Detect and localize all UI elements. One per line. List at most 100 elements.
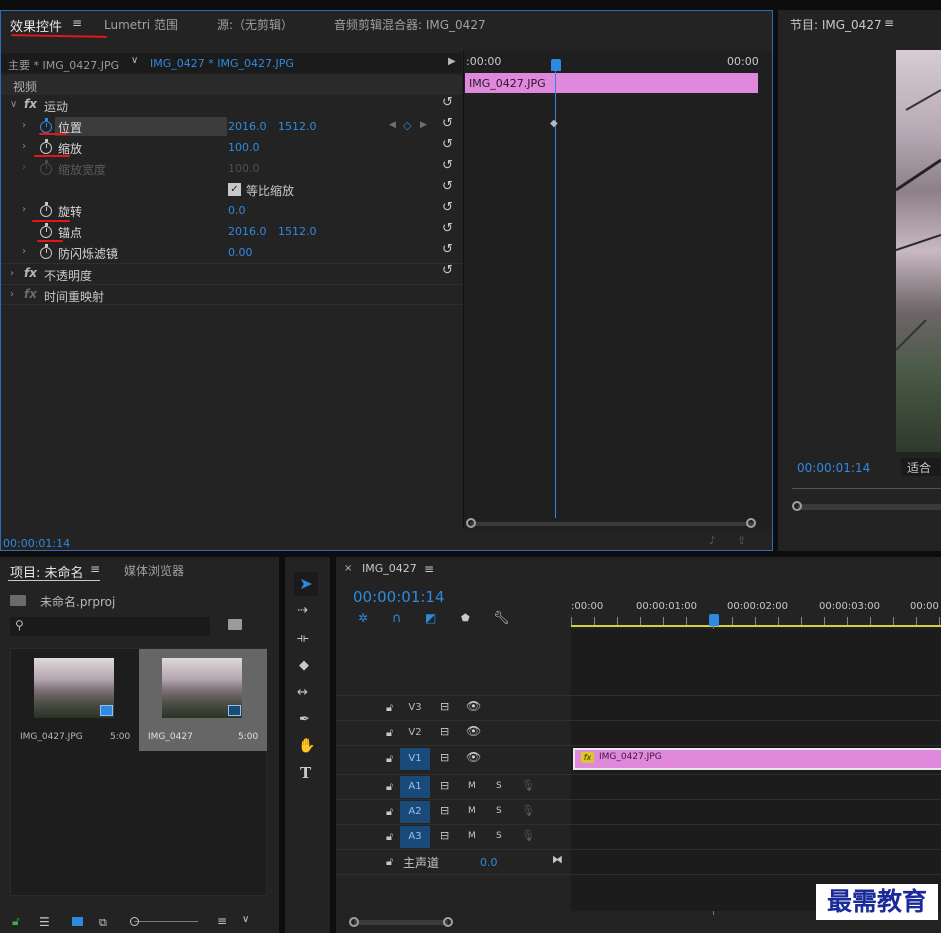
sync-lock-icon[interactable]: ⊟ <box>440 725 449 738</box>
slip-tool-icon[interactable]: ↔ <box>297 685 308 700</box>
settings-wrench-icon[interactable]: 🔧︎ <box>493 611 510 626</box>
program-monitor-title[interactable]: 节目: IMG_0427 <box>790 16 882 33</box>
type-tool-icon[interactable]: T <box>300 764 311 782</box>
next-keyframe-icon[interactable]: ▶ <box>420 120 427 130</box>
timeline-scroll-handle-left[interactable] <box>349 917 359 927</box>
fit-dropdown[interactable]: 适合 <box>901 458 941 476</box>
time-remap-row[interactable]: › fx 时间重映射 <box>1 284 462 305</box>
lock-icon[interactable]: 🔓︎ <box>386 726 393 740</box>
lock-icon[interactable]: 🔓︎ <box>386 752 393 766</box>
solo-button[interactable]: S <box>496 781 502 791</box>
scroll-handle-right[interactable] <box>746 518 756 528</box>
reset-icon[interactable]: ↺ <box>442 95 453 110</box>
sync-lock-icon[interactable]: ⊟ <box>440 804 449 817</box>
sort-icon[interactable]: ≡ <box>217 914 227 928</box>
uniform-scale-checkbox[interactable]: ✓ <box>228 183 241 196</box>
expand-chevron-icon[interactable]: › <box>22 141 26 152</box>
linked-selection-icon[interactable]: ◩ <box>425 611 436 625</box>
tab-project[interactable]: 项目: 未命名 <box>10 562 84 581</box>
list-view-icon[interactable]: ☰ <box>39 915 50 929</box>
lock-icon[interactable]: 🔓︎ <box>386 780 393 794</box>
audio-note-icon[interactable]: ♪ <box>709 534 716 547</box>
anti-flicker-value[interactable]: 0.00 <box>228 246 253 259</box>
program-scroll-track[interactable] <box>798 504 941 510</box>
keyframe-diamond-icon[interactable]: ◆ <box>550 118 558 129</box>
time-ruler[interactable]: :00:00 00:00:01:00 00:00:02:00 00:00:03:… <box>571 589 941 627</box>
sequence-clip-label[interactable]: IMG_0427 * IMG_0427.JPG <box>150 57 294 70</box>
freeform-view-icon[interactable]: ⧉ <box>99 916 107 930</box>
track-target-v3[interactable]: V3 <box>400 697 430 719</box>
hand-tool-icon[interactable]: ✋ <box>298 738 315 754</box>
lock-icon[interactable]: 🔓︎ <box>386 805 393 819</box>
icon-view-icon[interactable] <box>72 917 83 926</box>
microphone-icon[interactable]: 🎙︎ <box>521 829 535 842</box>
program-scrub-bar[interactable] <box>792 488 941 495</box>
reset-icon[interactable]: ↺ <box>442 221 453 236</box>
reset-icon[interactable]: ↺ <box>442 158 453 173</box>
stopwatch-icon[interactable] <box>40 244 52 259</box>
panel-menu-icon[interactable]: ≡ <box>424 562 434 576</box>
ripple-edit-tool-icon[interactable]: ⟛ <box>297 631 309 646</box>
eye-icon[interactable]: 👁︎ <box>466 750 481 764</box>
stopwatch-icon[interactable] <box>40 139 52 154</box>
sync-lock-icon[interactable]: ⊟ <box>440 700 449 713</box>
tab-media-browser[interactable]: 媒体浏览器 <box>124 562 184 579</box>
project-item-image[interactable]: IMG_0427.JPG 5:00 <box>11 649 139 751</box>
sync-lock-icon[interactable]: ⊟ <box>440 829 449 842</box>
solo-button[interactable]: S <box>496 831 502 841</box>
reset-icon[interactable]: ↺ <box>442 116 453 131</box>
expand-chevron-icon[interactable]: › <box>22 246 26 257</box>
program-scroll-handle[interactable] <box>792 501 802 511</box>
motion-row[interactable]: ∨ fx 运动 <box>1 95 462 116</box>
add-keyframe-icon[interactable]: ◇ <box>403 119 411 132</box>
effect-current-time[interactable]: 00:00:01:14 <box>3 537 70 550</box>
reset-icon[interactable]: ↺ <box>442 137 453 152</box>
project-search-input[interactable]: ⚲ <box>10 617 210 636</box>
scale-value[interactable]: 100.0 <box>228 141 260 154</box>
lock-icon[interactable]: 🔓︎ <box>386 701 393 715</box>
eye-icon[interactable]: 👁︎ <box>466 699 481 713</box>
solo-button[interactable]: S <box>496 806 502 816</box>
lock-icon[interactable]: 🔓︎ <box>386 855 393 869</box>
mute-button[interactable]: M <box>468 781 476 791</box>
track-select-tool-icon[interactable]: ⇢ <box>297 603 308 618</box>
eye-icon[interactable]: 👁︎ <box>466 724 481 738</box>
project-item-sequence[interactable]: IMG_0427 5:00 <box>139 649 267 751</box>
tab-effect-controls[interactable]: 效果控件 <box>10 16 62 35</box>
panel-menu-icon[interactable]: ≡ <box>884 16 894 30</box>
prev-keyframe-icon[interactable]: ◀ <box>389 120 396 130</box>
mute-button[interactable]: M <box>468 831 476 841</box>
track-target-v2[interactable]: V2 <box>400 722 430 744</box>
track-target-a2[interactable]: A2 <box>400 801 430 823</box>
track-target-a1[interactable]: A1 <box>400 776 430 798</box>
mute-button[interactable]: M <box>468 806 476 816</box>
scroll-handle-left[interactable] <box>466 518 476 528</box>
anchor-y-value[interactable]: 1512.0 <box>278 225 317 238</box>
reset-icon[interactable]: ↺ <box>442 179 453 194</box>
add-marker-icon[interactable]: ⬟ <box>461 613 470 624</box>
timeline-clip[interactable]: fx IMG_0427.JPG <box>573 748 941 770</box>
lock-icon[interactable]: 🔓︎ <box>386 830 393 844</box>
work-area-bar[interactable] <box>571 625 941 627</box>
razor-tool-icon[interactable]: ◆ <box>299 658 309 673</box>
zoom-slider-handle[interactable] <box>130 917 139 926</box>
horizontal-scroll-track[interactable] <box>470 522 754 526</box>
expand-chevron-icon[interactable]: › <box>10 268 14 279</box>
timeline-playhead-marker[interactable] <box>709 614 719 626</box>
reset-icon[interactable]: ↺ <box>442 263 453 278</box>
stopwatch-icon[interactable] <box>40 202 52 217</box>
go-to-end-icon[interactable]: ⧓ <box>552 853 563 866</box>
tab-lumetri-scopes[interactable]: Lumetri 范围 <box>104 16 178 33</box>
position-x-value[interactable]: 2016.0 <box>228 120 267 133</box>
expand-chevron-icon[interactable]: › <box>22 120 26 131</box>
zoom-slider[interactable] <box>134 921 198 922</box>
snap-icon[interactable]: ∩ <box>392 611 402 626</box>
playhead-marker[interactable] <box>551 59 561 71</box>
expand-chevron-icon[interactable]: › <box>22 162 26 173</box>
stopwatch-icon[interactable] <box>40 223 52 238</box>
close-icon[interactable]: × <box>344 563 352 574</box>
sync-lock-icon[interactable]: ⊟ <box>440 779 449 792</box>
pen-tool-icon[interactable]: ✒ <box>299 712 310 727</box>
tab-audio-clip-mixer[interactable]: 音频剪辑混合器: IMG_0427 <box>334 16 486 33</box>
timeline-timecode[interactable]: 00:00:01:14 <box>353 588 445 606</box>
